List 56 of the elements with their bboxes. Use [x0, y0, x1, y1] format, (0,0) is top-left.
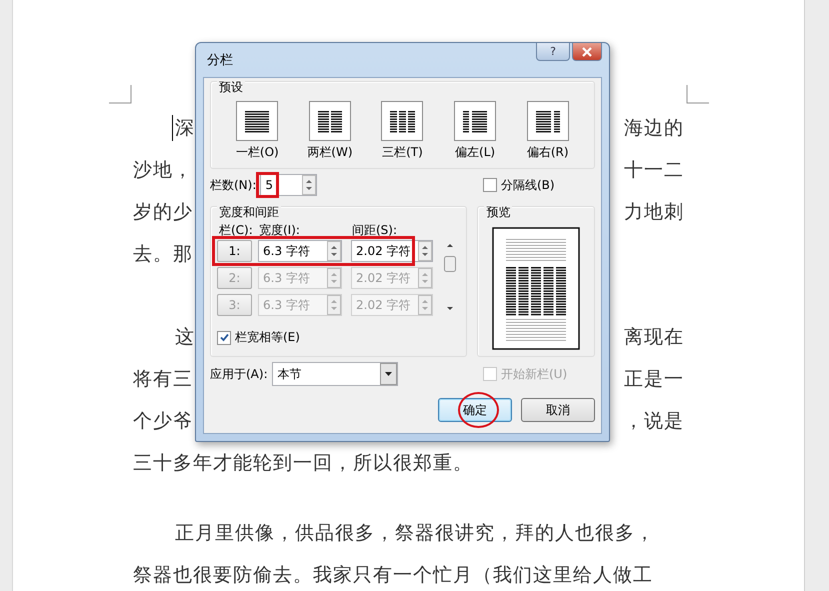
- ok-button[interactable]: 确定: [438, 398, 512, 422]
- column-layout-icon[interactable]: [526, 101, 569, 141]
- margin-corner-mark: [109, 85, 132, 104]
- column-layout-icon[interactable]: [308, 101, 351, 141]
- document-text: 三十多年才能轮到一回，所以很郑重。: [133, 451, 473, 476]
- document-text: ，说是: [624, 409, 684, 434]
- document-text: 深: [175, 116, 195, 141]
- column-layout-icon[interactable]: [236, 101, 278, 141]
- document-text: 去。那: [133, 242, 193, 267]
- checkbox-label: 分隔线(B): [501, 176, 555, 194]
- checkbox-label: 开始新栏(U): [501, 366, 568, 382]
- layout-label[interactable]: 偏右(R): [526, 144, 569, 161]
- close-button[interactable]: [572, 43, 602, 61]
- group-label: 预览: [484, 205, 512, 219]
- document-text: 正月里供像，供品很多，祭器很讲究，拜的人也很多，: [175, 521, 655, 546]
- document-text: 岁的少: [133, 200, 193, 225]
- column-header: 宽度(I):: [259, 222, 300, 239]
- column-layout-icon[interactable]: [454, 101, 496, 141]
- document-text: 个少爷: [133, 409, 193, 434]
- spinner-icon[interactable]: [302, 175, 316, 195]
- spinner-icon[interactable]: [327, 241, 341, 261]
- spinner-icon[interactable]: [418, 241, 432, 261]
- width-field[interactable]: 6.3 字符: [258, 240, 342, 262]
- document-text: 将有三: [133, 367, 193, 392]
- column-layout-icon[interactable]: [381, 101, 424, 141]
- apply-to-dropdown[interactable]: 本节: [272, 362, 398, 386]
- column-number-button[interactable]: 1:: [217, 240, 252, 262]
- dialog-title: 分栏: [206, 52, 233, 69]
- document-text: 沙地，: [133, 158, 193, 183]
- column-header: 间距(S):: [352, 222, 398, 239]
- help-button[interactable]: ?: [536, 43, 570, 61]
- checkbox[interactable]: [217, 330, 231, 344]
- checkbox[interactable]: [483, 178, 497, 192]
- layout-label[interactable]: 偏左(L): [455, 144, 496, 161]
- document-text: 正是一: [624, 367, 684, 392]
- layout-label[interactable]: 三栏(T): [382, 144, 423, 161]
- group-label: 预设: [217, 80, 245, 94]
- cancel-button[interactable]: 取消: [521, 398, 595, 422]
- checkbox-label: 栏宽相等(E): [235, 329, 300, 346]
- document-text: 祭器也很要防偷去。我家只有一个忙月（我们这里给人做工: [133, 563, 653, 588]
- document-text: 力地刺: [624, 200, 684, 225]
- column-count-label: 栏数(N):: [210, 176, 256, 194]
- layout-label[interactable]: 一栏(O): [236, 144, 279, 161]
- document-text: 这: [175, 325, 195, 350]
- group-label: 宽度和间距: [217, 205, 281, 219]
- column-header: 栏(C):: [219, 222, 253, 239]
- margin-corner-mark: [686, 85, 709, 104]
- document-text: 离现在: [624, 325, 684, 350]
- document-text: 海边的: [624, 116, 684, 141]
- spacing-field[interactable]: 2.02 字符: [351, 240, 433, 262]
- apply-to-label: 应用于(A):: [210, 366, 268, 382]
- layout-label[interactable]: 两栏(W): [307, 144, 352, 161]
- close-icon: [581, 46, 593, 56]
- text-cursor: [172, 115, 173, 141]
- document-text: 十一二: [624, 158, 684, 183]
- column-count-field[interactable]: 5: [260, 174, 318, 196]
